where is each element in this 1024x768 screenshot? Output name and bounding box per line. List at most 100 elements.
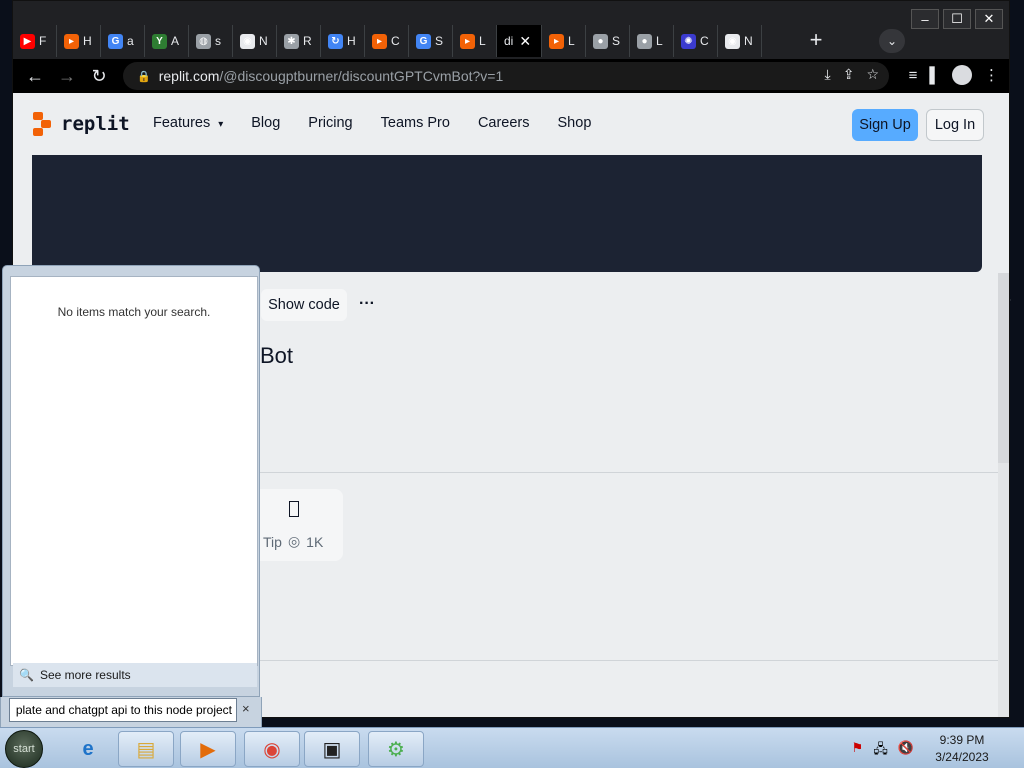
search-results-list: No items match your search. xyxy=(10,276,258,666)
new-tab-button[interactable]: + xyxy=(803,29,829,53)
openai-icon: ✺ xyxy=(681,33,696,49)
google-icon: G xyxy=(416,33,431,49)
logo-text: replit xyxy=(61,113,130,135)
address-bar[interactable]: 🔒 replit.com /@discougptburner/discountG… xyxy=(123,62,889,90)
nav-teams-pro[interactable]: Teams Pro xyxy=(381,115,450,131)
profile-avatar[interactable] xyxy=(952,65,972,85)
bookmark-star-icon[interactable]: ☆ xyxy=(866,66,879,83)
tab-label: C xyxy=(700,34,709,48)
tab-4[interactable]: ◍ s xyxy=(189,25,233,57)
clock-time: 9:39 PM xyxy=(939,733,985,747)
arrow-left-icon: ← xyxy=(26,66,44,86)
tab-3[interactable]: YA xyxy=(145,25,189,57)
scrollbar-thumb[interactable] xyxy=(998,273,1009,463)
tab-5[interactable]: ◉ N xyxy=(233,25,277,57)
reload-button[interactable]: ↻ xyxy=(87,65,111,87)
tab-label: F xyxy=(39,34,47,48)
sign-up-button[interactable]: Sign Up xyxy=(852,109,918,141)
reload-icon: ↻ xyxy=(91,66,107,86)
lock-icon: 🔒 xyxy=(137,70,151,83)
close-window-button[interactable]: ✕ xyxy=(975,9,1003,29)
share-icon[interactable]: ⇪ xyxy=(843,66,855,83)
replit-logo-icon xyxy=(33,112,53,136)
start-label: start xyxy=(13,743,35,755)
tab-10[interactable]: ▸ L xyxy=(453,25,497,57)
tab-label: di xyxy=(504,34,514,48)
action-center-flag-icon[interactable]: ⚑ xyxy=(852,740,864,762)
tab-search-button[interactable]: ⌄ xyxy=(879,29,905,53)
start-button[interactable]: start xyxy=(5,730,43,768)
replit-logo[interactable]: replit xyxy=(33,112,130,136)
tab-16[interactable]: ◉ N xyxy=(718,25,762,57)
media-player-icon[interactable]: ▶ xyxy=(180,731,236,767)
url-path: /@discougptburner/discountGPTCvmBot?v=1 xyxy=(219,68,504,84)
tab-2[interactable]: Ga xyxy=(101,25,145,57)
file-explorer-icon[interactable]: ▤ xyxy=(118,731,174,767)
log-in-button[interactable]: Log In xyxy=(926,109,984,141)
tab-label: N xyxy=(744,34,753,48)
tip-count: 1K xyxy=(306,533,324,550)
internet-explorer-icon[interactable]: e xyxy=(60,731,116,767)
more-options-button[interactable]: ··· xyxy=(359,295,375,313)
apple-icon: ● xyxy=(637,33,652,49)
nav-features[interactable]: Features ▾ xyxy=(153,115,223,131)
tab-13[interactable]: ● S xyxy=(586,25,630,57)
tab-15[interactable]: ✺ C xyxy=(674,25,718,57)
show-code-button[interactable]: Show code xyxy=(261,289,347,321)
missing-glyph-icon xyxy=(289,501,299,517)
nav-careers[interactable]: Careers xyxy=(478,115,530,131)
see-more-results-link[interactable]: 🔍 See more results xyxy=(13,663,257,687)
nav-shop[interactable]: Shop xyxy=(558,115,592,131)
tab-list: ▶ F ▸ H Ga Y A ◍ s ◉ N ✱ R ↻ H ▸ C G S ▸ Ldi ✕ ▸ L ● S ● L ✺ C ◉ N xyxy=(13,25,762,57)
install-app-icon[interactable]: ⤓ xyxy=(825,66,831,83)
menu-kebab-icon[interactable]: ⋮ xyxy=(984,66,999,84)
volume-muted-icon[interactable]: 🔇 xyxy=(898,740,914,762)
tab-6[interactable]: ✱ R xyxy=(277,25,321,57)
tab-11[interactable]: di ✕ xyxy=(497,25,542,57)
clock[interactable]: 9:39 PM 3/24/2023 xyxy=(930,732,994,766)
tab-7[interactable]: ↻ H xyxy=(321,25,365,57)
maximize-button[interactable]: ☐ xyxy=(943,9,971,29)
clock-date: 3/24/2023 xyxy=(935,750,989,764)
start-search-input[interactable]: plate and chatgpt api to this node proje… xyxy=(9,698,237,722)
command-prompt-icon[interactable]: ▣ xyxy=(304,731,360,767)
youtube-icon: ▶ xyxy=(20,33,35,49)
network-icon[interactable]: 🖧 xyxy=(873,740,888,762)
tab-14[interactable]: ● L xyxy=(630,25,674,57)
nav-label: Features xyxy=(153,115,211,131)
site-header: replit Features ▾ Blog Pricing Teams Pro … xyxy=(13,93,1009,155)
tab-label: R xyxy=(303,34,312,48)
tab-label: L xyxy=(656,34,663,48)
top-nav: Features ▾ Blog Pricing Teams Pro Careers… xyxy=(153,115,591,131)
close-tab-icon[interactable]: ✕ xyxy=(519,33,531,50)
address-bar-actions: ⤓ ⇪ ☆ xyxy=(825,66,880,83)
repl-cover-banner xyxy=(32,155,982,272)
browser-toolbar: ← → ↻ 🔒 replit.com /@discougptburner/dis… xyxy=(13,59,1009,93)
reading-list-icon[interactable]: ≡ xyxy=(909,67,918,84)
google-icon: G xyxy=(108,33,123,49)
tab-0[interactable]: ▶ F xyxy=(13,25,57,57)
cycles-icon: ◎ xyxy=(287,533,301,549)
tab-12[interactable]: ▸ L xyxy=(542,25,586,57)
yandex-icon: Y xyxy=(152,33,167,49)
tab-1[interactable]: ▸ H xyxy=(57,25,101,57)
chrome-icon[interactable]: ◉ xyxy=(244,731,300,767)
forward-button[interactable]: → xyxy=(55,65,79,87)
no-results-text: No items match your search. xyxy=(57,305,211,319)
see-more-label: See more results xyxy=(39,668,131,682)
repl-title: Bot xyxy=(260,343,294,368)
clear-search-button[interactable]: × xyxy=(242,701,250,716)
tab-9[interactable]: GS xyxy=(409,25,453,57)
tip-card[interactable]: Tip ◎ 1K xyxy=(253,489,343,561)
nav-pricing[interactable]: Pricing xyxy=(308,115,352,131)
refresh-icon: ↻ xyxy=(328,33,343,49)
tab-label: S xyxy=(435,34,444,48)
globe-icon: ◍ xyxy=(196,33,211,49)
back-button[interactable]: ← xyxy=(23,65,47,87)
nav-blog[interactable]: Blog xyxy=(251,115,280,131)
tab-8[interactable]: ▸ C xyxy=(365,25,409,57)
side-panel-icon[interactable]: ▌ xyxy=(929,67,940,84)
minimize-button[interactable]: – xyxy=(911,9,939,29)
start-menu-panel: No items match your search. 🔍 See more r… xyxy=(2,265,260,697)
network-tool-icon[interactable]: ⚙ xyxy=(368,731,424,767)
